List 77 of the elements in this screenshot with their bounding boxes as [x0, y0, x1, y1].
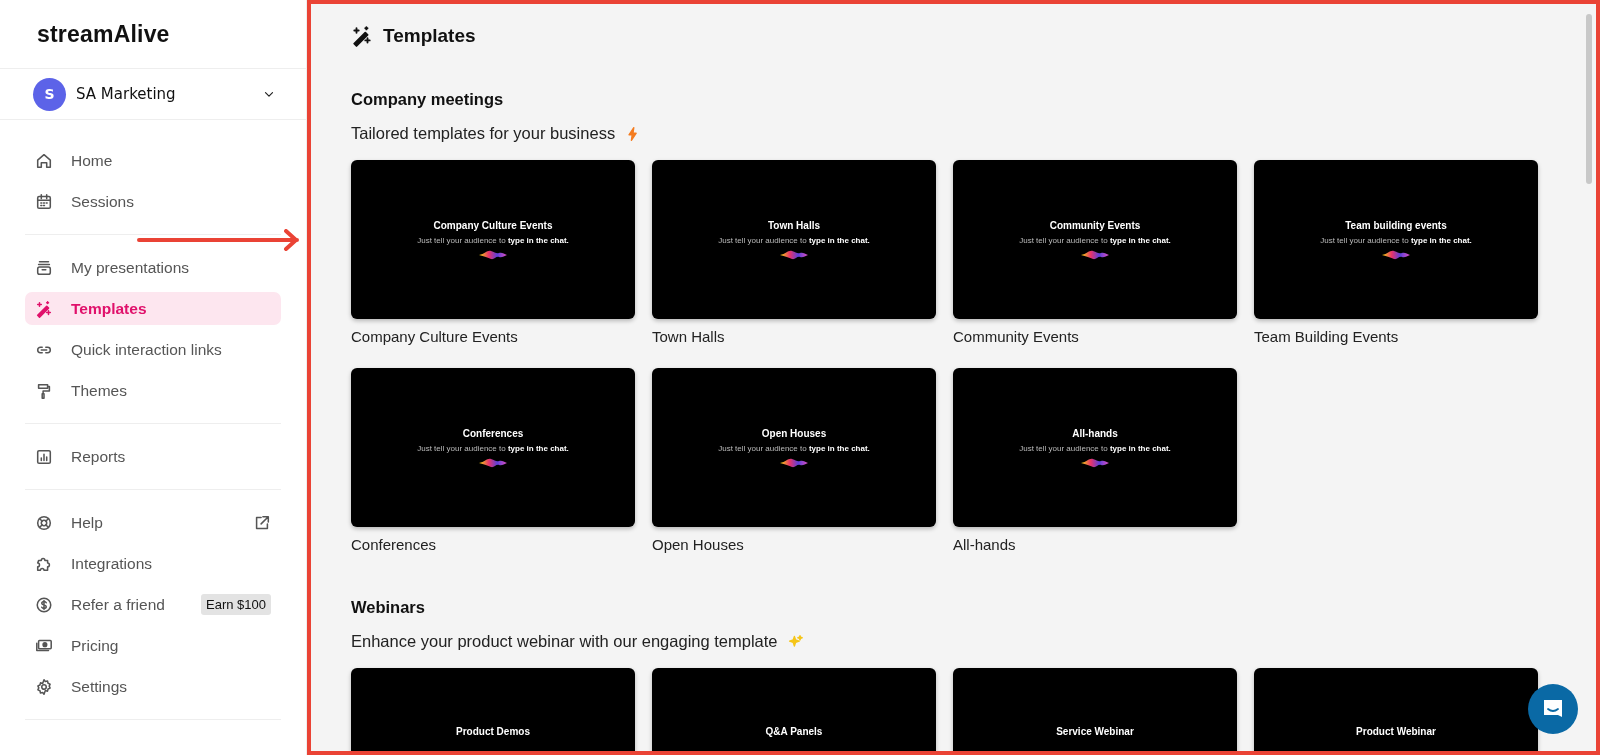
avatar: S [33, 77, 66, 111]
template-thumbnail[interactable]: All-hands Just tell your audience to type in the chat. [953, 368, 1237, 527]
logo[interactable]: streamAlive [37, 20, 170, 48]
slide-title: Product Webinar [1356, 726, 1436, 737]
section-subtitle: Enhance your product webinar with our engaging template [351, 632, 778, 651]
template-thumbnail[interactable]: Product Demos [351, 668, 635, 751]
wave-logo-icon [1081, 457, 1109, 468]
dollar-icon [35, 595, 53, 614]
sidebar-item[interactable]: Sessions [25, 185, 281, 218]
template-name: Open Houses [652, 535, 745, 555]
slide-title: Company Culture Events [433, 219, 553, 231]
sidebar-item[interactable]: Quick interaction links [25, 333, 281, 366]
sidebar-item[interactable]: Help [25, 506, 281, 539]
workspace-selector[interactable]: S SA Marketing [0, 69, 306, 120]
slide-text: Just tell your audience to type in the chat. [718, 443, 870, 453]
template-name: Team Building Events [1254, 327, 1400, 347]
section-heading: Company meetings [351, 90, 505, 109]
calendar-icon [35, 192, 53, 211]
sidebar-item[interactable]: Integrations [25, 547, 281, 580]
template-thumbnail[interactable]: Conferences Just tell your audience to type in the chat. [351, 368, 635, 527]
home-icon [35, 151, 53, 170]
magic-wand-icon [351, 25, 373, 47]
scrollbar-thumb[interactable] [1586, 14, 1592, 184]
template-name: Conferences [351, 535, 438, 555]
slide-title: All-hands [1072, 427, 1118, 439]
lifebuoy-icon [35, 513, 53, 532]
template-thumbnail[interactable]: Town Halls Just tell your audience to type in the chat. [652, 160, 936, 319]
sidebar-item[interactable]: Pricing [25, 629, 281, 662]
gear-icon [35, 677, 53, 696]
slide-title: Open Houses [761, 427, 827, 439]
slide-text: Just tell your audience to type in the chat. [417, 443, 569, 453]
sidebar-item[interactable]: Themes [25, 374, 281, 407]
stack-icon [35, 258, 53, 277]
earn-badge: Earn $100 [201, 594, 271, 615]
wave-logo-icon [479, 457, 507, 468]
slide-title: Team building events [1345, 219, 1447, 231]
section-heading: Webinars [351, 598, 426, 617]
wave-logo-icon [780, 457, 808, 468]
template-name: All-hands [953, 535, 1017, 555]
sidebar-item[interactable]: Templates [25, 292, 281, 325]
wave-logo-icon [1382, 249, 1410, 260]
slide-title: Community Events [1049, 219, 1141, 231]
template-thumbnail[interactable]: Open Houses Just tell your audience to type in the chat. [652, 368, 936, 527]
template-name: Community Events [953, 327, 1080, 347]
slide-text: Just tell your audience to type in the chat. [417, 235, 569, 245]
slide-title: Conferences [462, 427, 524, 439]
paint-roller-icon [35, 381, 53, 400]
slide-text: Just tell your audience to type in the chat. [1320, 235, 1472, 245]
template-thumbnail[interactable]: Community Events Just tell your audience to type in the chat. [953, 160, 1237, 319]
sidebar-item[interactable]: Reports [25, 440, 281, 473]
slide-text: Just tell your audience to type in the chat. [1019, 235, 1171, 245]
sidebar-item[interactable]: My presentations [25, 251, 281, 284]
template-thumbnail[interactable]: Service Webinar [953, 668, 1237, 751]
template-thumbnail[interactable]: Team building events Just tell your audience to type in the chat. [1254, 160, 1538, 319]
page-title: Templates [383, 25, 476, 47]
wave-logo-icon [1081, 249, 1109, 260]
chat-button[interactable] [1528, 684, 1578, 734]
template-name: Company Culture Events [351, 327, 519, 347]
template-thumbnail[interactable]: Q&A Panels [652, 668, 936, 751]
slide-title: Town Halls [767, 219, 820, 231]
bar-chart-icon [35, 447, 53, 466]
sidebar-item[interactable]: Settings [25, 670, 281, 703]
slide-title: Product Demos [456, 726, 530, 737]
workspace-name: SA Marketing [76, 85, 177, 103]
slide-text: Just tell your audience to type in the chat. [1019, 443, 1171, 453]
slide-text: Just tell your audience to type in the chat. [718, 235, 870, 245]
slide-title: Q&A Panels [765, 726, 823, 737]
template-name: Town Halls [652, 327, 726, 347]
magic-wand-icon [35, 299, 53, 318]
wave-logo-icon [780, 249, 808, 260]
sidebar-item[interactable]: Home [25, 144, 281, 177]
sidebar-item[interactable]: Refer a friend Earn $100 [25, 588, 281, 621]
template-thumbnail[interactable]: Company Culture Events Just tell your audience to type in the chat. [351, 160, 635, 319]
section-subtitle: Tailored templates for your business [351, 124, 616, 143]
slide-title: Service Webinar [1056, 726, 1134, 737]
wave-logo-icon [479, 249, 507, 260]
template-thumbnail[interactable]: Product Webinar [1254, 668, 1538, 751]
